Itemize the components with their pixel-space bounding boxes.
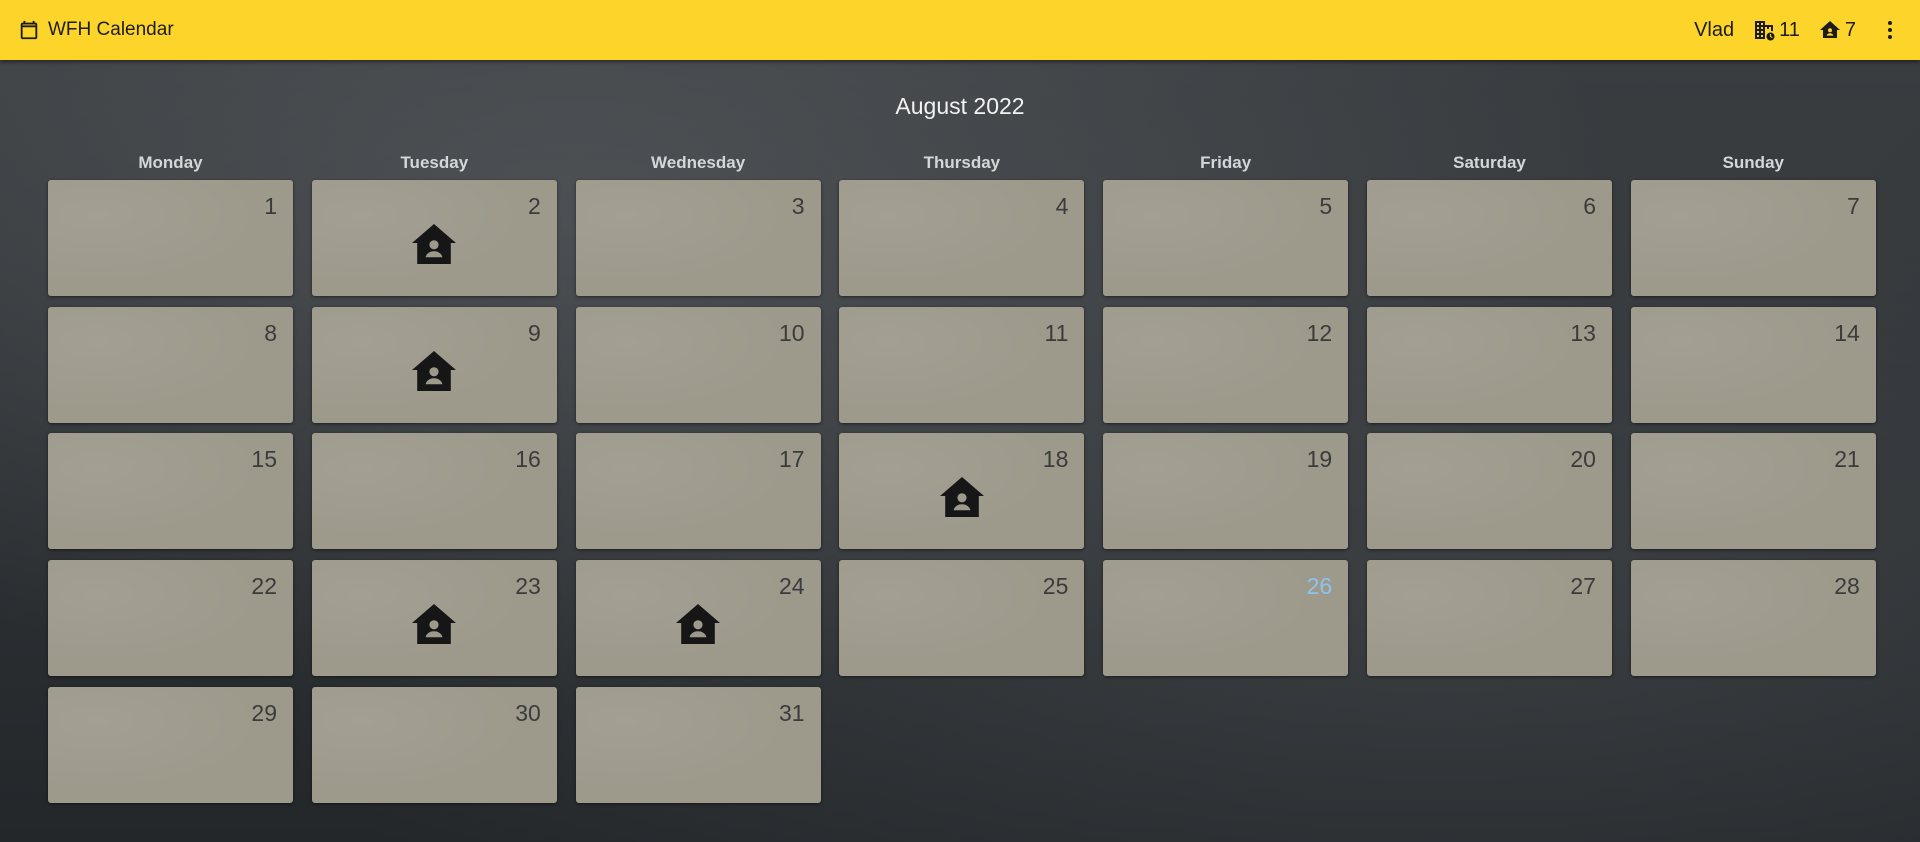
- day-number: 31: [779, 699, 805, 726]
- home-person-icon: [410, 602, 458, 651]
- day-cell[interactable]: 16: [311, 433, 557, 550]
- office-days-count: 11: [1779, 18, 1800, 41]
- calendar-grid: 1 2 3 4 5 6 7 8 9 10 11 12 13 14 15 16 17 18 19 20 21 22 23 24 2…: [48, 180, 1876, 803]
- day-number: 18: [1042, 446, 1069, 473]
- home-person-icon: [410, 349, 458, 398]
- day-cell[interactable]: 3: [575, 180, 821, 296]
- day-cell[interactable]: 13: [1366, 306, 1612, 423]
- home-days-count: 7: [1844, 18, 1856, 41]
- office-days-stat: 11: [1752, 18, 1800, 42]
- home-days-stat: 7: [1818, 18, 1856, 42]
- office-building-icon: [1752, 18, 1776, 42]
- calendar-icon: [18, 19, 40, 41]
- day-number: 17: [779, 446, 805, 473]
- weekday-tuesday: Tuesday: [400, 153, 469, 172]
- day-cell[interactable]: 29: [48, 686, 293, 803]
- day-number: 19: [1306, 446, 1333, 473]
- day-cell[interactable]: 20: [1366, 433, 1612, 550]
- day-number: 7: [1846, 193, 1860, 219]
- day-number: 16: [515, 446, 541, 473]
- weekday-wednesday: Wednesday: [651, 153, 746, 172]
- home-person-icon: [1818, 18, 1842, 42]
- day-cell[interactable]: 28: [1630, 560, 1876, 677]
- day-cell[interactable]: 2: [311, 180, 557, 296]
- day-cell[interactable]: 1: [48, 180, 293, 296]
- day-cell[interactable]: 24: [575, 560, 821, 677]
- day-cell[interactable]: 7: [1630, 180, 1876, 296]
- day-number: 15: [251, 446, 277, 473]
- day-cell[interactable]: 9: [311, 306, 557, 423]
- more-vert-icon[interactable]: [1878, 18, 1902, 42]
- day-number: 5: [1319, 193, 1333, 219]
- day-cell[interactable]: 11: [839, 306, 1085, 423]
- day-number: 10: [779, 319, 805, 346]
- day-cell[interactable]: 12: [1103, 306, 1349, 423]
- day-number: 30: [515, 699, 541, 726]
- day-number: 1: [264, 193, 277, 219]
- day-cell[interactable]: 5: [1103, 180, 1349, 296]
- day-number: 24: [779, 573, 805, 600]
- day-cell[interactable]: 14: [1630, 306, 1876, 423]
- weekday-saturday: Saturday: [1453, 153, 1526, 172]
- day-number: 9: [528, 319, 541, 346]
- day-number: 14: [1834, 319, 1860, 346]
- day-number: 11: [1044, 319, 1069, 346]
- day-number: 12: [1306, 319, 1333, 346]
- day-cell[interactable]: 19: [1103, 433, 1349, 550]
- day-cell[interactable]: 4: [839, 180, 1085, 296]
- day-number-today: 26: [1306, 573, 1333, 600]
- day-number: 21: [1834, 446, 1860, 473]
- brand: WFH Calendar: [18, 19, 174, 41]
- weekday-monday: Monday: [138, 153, 203, 172]
- day-cell[interactable]: 15: [48, 433, 293, 550]
- day-cell[interactable]: 18: [839, 433, 1085, 550]
- day-cell[interactable]: 21: [1630, 433, 1876, 550]
- day-cell[interactable]: 22: [48, 560, 293, 677]
- day-number: 22: [251, 573, 277, 600]
- day-cell[interactable]: 30: [311, 686, 557, 803]
- day-cell[interactable]: 26: [1103, 560, 1349, 677]
- app-bar: WFH Calendar Vlad 11 7: [0, 0, 1920, 60]
- day-cell[interactable]: 10: [575, 306, 821, 423]
- more-menu-button[interactable]: [1878, 18, 1902, 42]
- day-number: 29: [251, 699, 277, 726]
- home-person-icon: [674, 602, 722, 651]
- day-cell[interactable]: 23: [311, 560, 557, 677]
- day-number: 25: [1042, 573, 1069, 600]
- day-number: 23: [515, 573, 541, 600]
- day-number: 28: [1834, 573, 1860, 600]
- weekday-thursday: Thursday: [923, 153, 1001, 172]
- day-cell[interactable]: 25: [839, 560, 1085, 677]
- month-title: August 2022: [895, 93, 1025, 119]
- home-person-icon: [410, 222, 458, 271]
- day-number: 2: [528, 193, 541, 219]
- day-number: 6: [1583, 193, 1596, 219]
- day-number: 13: [1570, 319, 1596, 346]
- day-number: 8: [264, 319, 277, 346]
- weekday-header: Monday Tuesday Wednesday Thursday Friday…: [48, 153, 1872, 175]
- app-title: WFH Calendar: [48, 19, 174, 40]
- day-number: 20: [1570, 446, 1596, 473]
- home-person-icon: [938, 475, 986, 524]
- day-number: 3: [791, 193, 805, 219]
- day-cell[interactable]: 27: [1366, 560, 1612, 677]
- day-cell[interactable]: 17: [575, 433, 821, 550]
- user-name[interactable]: Vlad: [1694, 19, 1734, 42]
- weekday-friday: Friday: [1200, 153, 1252, 172]
- day-number: 4: [1055, 193, 1069, 219]
- toolbar: Vlad 11 7: [1694, 18, 1902, 42]
- day-cell[interactable]: 6: [1366, 180, 1612, 296]
- day-cell[interactable]: 8: [48, 306, 293, 423]
- day-cell[interactable]: 31: [575, 686, 821, 803]
- weekday-sunday: Sunday: [1722, 153, 1784, 172]
- day-number: 27: [1570, 573, 1596, 600]
